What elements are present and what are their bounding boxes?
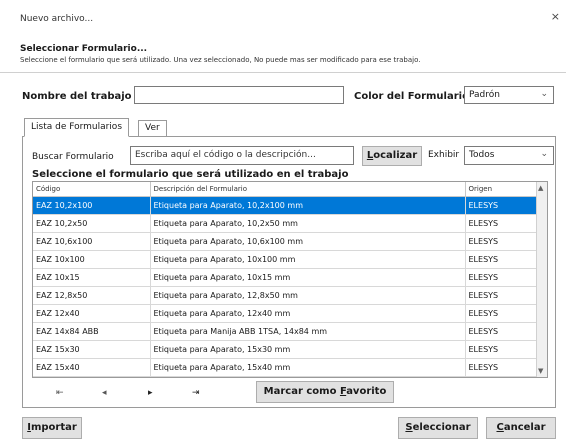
table-row[interactable]: EAZ 15x30 Etiqueta para Aparato, 15x30 m… [33, 340, 540, 359]
cell-description: Etiqueta para Aparato, 15x40 mm [150, 358, 466, 377]
cell-origin: ELESYS [465, 232, 540, 251]
cell-code: EAZ 12x40 [33, 304, 151, 323]
table-row[interactable]: EAZ 10x15 Etiqueta para Aparato, 10x15 m… [33, 268, 540, 287]
cell-origin: ELESYS [465, 268, 540, 287]
forms-table: Código Descripción del Formulario Origen… [33, 182, 540, 377]
column-header-code[interactable]: Código [33, 182, 151, 197]
grid-title: Seleccione el formulario que será utiliz… [32, 169, 349, 180]
cell-code: EAZ 14x84 ABB [33, 322, 151, 341]
search-label: Buscar Formulario [32, 152, 114, 162]
cell-code: EAZ 10,2x100 [33, 196, 151, 215]
close-icon[interactable]: × [551, 10, 560, 23]
import-button[interactable]: Importar [22, 417, 82, 439]
scroll-down-icon[interactable]: ▼ [538, 367, 543, 375]
job-name-label: Nombre del trabajo [22, 91, 132, 102]
header-divider [0, 72, 566, 73]
column-header-origin[interactable]: Origen [465, 182, 540, 197]
cell-description: Etiqueta para Aparato, 10,2x50 mm [150, 214, 466, 233]
chevron-down-icon: ⌄ [540, 149, 548, 159]
show-filter-value: Todos [469, 150, 495, 160]
cell-origin: ELESYS [465, 340, 540, 359]
tab-view[interactable]: Ver [138, 120, 167, 136]
cell-code: EAZ 10x100 [33, 250, 151, 269]
table-row[interactable]: EAZ 10,6x100 Etiqueta para Aparato, 10,6… [33, 232, 540, 251]
cell-code: EAZ 10,6x100 [33, 232, 151, 251]
last-page-icon[interactable]: ⇥ [192, 388, 200, 398]
cell-description: Etiqueta para Manija ABB 1TSA, 14x84 mm [150, 322, 466, 341]
table-row[interactable]: EAZ 15x40 Etiqueta para Aparato, 15x40 m… [33, 358, 540, 377]
search-input[interactable]: Escriba aquí el código o la descripción.… [130, 146, 354, 165]
select-label: eleccionar [412, 422, 471, 433]
cell-origin: ELESYS [465, 358, 540, 377]
import-label: mportar [30, 422, 77, 433]
cell-description: Etiqueta para Aparato, 12,8x50 mm [150, 286, 466, 305]
search-button[interactable]: Localizar [362, 146, 422, 166]
section-title: Seleccionar Formulario... [20, 44, 148, 54]
table-header-row: Código Descripción del Formulario Origen [33, 182, 540, 197]
cell-origin: ELESYS [465, 286, 540, 305]
table-row[interactable]: EAZ 14x84 ABB Etiqueta para Manija ABB 1… [33, 322, 540, 341]
chevron-down-icon: ⌄ [540, 89, 548, 99]
job-name-input[interactable] [134, 86, 344, 104]
cell-description: Etiqueta para Aparato, 10x100 mm [150, 250, 466, 269]
grid-scrollbar[interactable]: ▲ ▼ [536, 182, 547, 377]
select-button[interactable]: Seleccionar [398, 417, 478, 439]
cancel-label: ancelar [503, 422, 546, 433]
cell-description: Etiqueta para Aparato, 10,6x100 mm [150, 232, 466, 251]
form-color-label: Color del Formulario [354, 91, 469, 102]
cell-description: Etiqueta para Aparato, 12x40 mm [150, 304, 466, 323]
tab-form-list[interactable]: Lista de Formularios [24, 118, 130, 137]
table-row[interactable]: EAZ 10x100 Etiqueta para Aparato, 10x100… [33, 250, 540, 269]
table-row[interactable]: EAZ 12,8x50 Etiqueta para Aparato, 12,8x… [33, 286, 540, 305]
previous-page-icon[interactable]: ◂ [102, 388, 107, 398]
next-page-icon[interactable]: ▸ [148, 388, 153, 398]
form-color-select[interactable]: Padrón ⌄ [464, 86, 554, 104]
cell-description: Etiqueta para Aparato, 15x30 mm [150, 340, 466, 359]
section-description: Seleccione el formulario que será utiliz… [20, 56, 421, 64]
cell-code: EAZ 10,2x50 [33, 214, 151, 233]
table-row[interactable]: EAZ 10,2x50 Etiqueta para Aparato, 10,2x… [33, 214, 540, 233]
mark-favorite-label: Marcar como [263, 386, 340, 397]
cell-origin: ELESYS [465, 214, 540, 233]
cell-description: Etiqueta para Aparato, 10,2x100 mm [150, 196, 466, 215]
first-page-icon[interactable]: ⇤ [56, 388, 64, 398]
mark-favorite-label-rest: avorito [346, 386, 387, 397]
form-color-value: Padrón [469, 90, 500, 100]
scroll-up-icon[interactable]: ▲ [538, 184, 543, 192]
table-row[interactable]: EAZ 10,2x100 Etiqueta para Aparato, 10,2… [33, 196, 540, 215]
cell-origin: ELESYS [465, 304, 540, 323]
cell-origin: ELESYS [465, 322, 540, 341]
cancel-accel: C [496, 422, 504, 433]
cell-code: EAZ 15x30 [33, 340, 151, 359]
select-accel: S [405, 422, 413, 433]
cell-code: EAZ 15x40 [33, 358, 151, 377]
cell-origin: ELESYS [465, 250, 540, 269]
window-title: Nuevo archivo... [20, 14, 94, 24]
cancel-button[interactable]: Cancelar [486, 417, 556, 439]
cell-origin: ELESYS [465, 196, 540, 215]
forms-grid: Código Descripción del Formulario Origen… [32, 181, 548, 378]
column-header-description[interactable]: Descripción del Formulario [150, 182, 466, 197]
table-row[interactable]: EAZ 12x40 Etiqueta para Aparato, 12x40 m… [33, 304, 540, 323]
show-filter-select[interactable]: Todos ⌄ [464, 146, 554, 165]
mark-favorite-button[interactable]: Marcar como Favorito [256, 381, 394, 403]
show-filter-label: Exhibir [428, 150, 460, 160]
search-button-label: ocalizar [373, 150, 418, 161]
cell-code: EAZ 12,8x50 [33, 286, 151, 305]
cell-description: Etiqueta para Aparato, 10x15 mm [150, 268, 466, 287]
cell-code: EAZ 10x15 [33, 268, 151, 287]
